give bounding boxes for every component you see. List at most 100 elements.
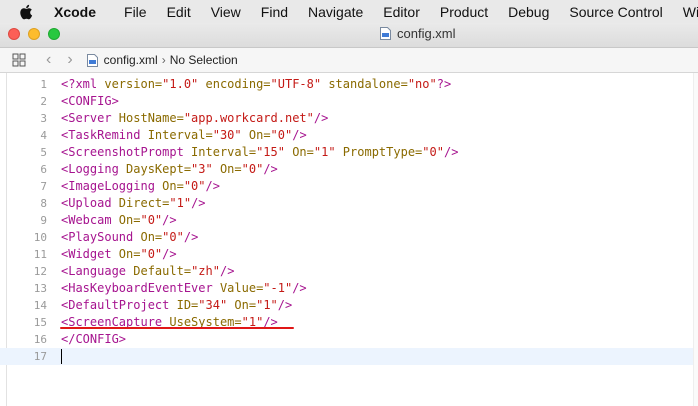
jump-bar-selection[interactable]: No Selection [170,53,238,67]
code-token: Direct= [111,196,170,210]
line-number: 12 [33,265,47,278]
code-text: <Webcam On="0"/> [61,212,177,229]
code-line[interactable]: 13 <HasKeyboardEventEver Value="-1"/> [0,280,693,297]
code-text: <?xml version="1.0" encoding="UTF-8" sta… [61,76,451,93]
jump-bar-file[interactable]: config.xml [104,53,158,67]
code-token: ID= [169,298,199,312]
red-underline-annotation [60,327,294,329]
code-token: "0" [270,128,293,142]
code-token: <HasKeyboardEventEver [61,281,213,295]
code-token: On= [133,230,163,244]
code-token: Interval= [183,145,257,159]
menu-editor[interactable]: Editor [383,4,420,20]
window-title-text: config.xml [397,26,456,41]
code-line[interactable]: 4 <TaskRemind Interval="30" On="0"/> [0,127,693,144]
code-text: <PlaySound On="0"/> [61,229,198,246]
menu-edit[interactable]: Edit [167,4,191,20]
menu-find[interactable]: Find [261,4,288,20]
editor-scrollbar-track[interactable] [693,73,698,406]
code-token: /> [443,145,459,159]
code-token: "30" [212,128,242,142]
jump-bar: ‹ › config.xml › No Selection [0,48,698,73]
code-token: version= [104,77,163,91]
code-token: "0" [140,213,163,227]
code-token: "no" [407,77,437,91]
apple-menu-icon[interactable] [19,4,33,20]
code-token: On= [111,213,141,227]
code-token: <DefaultProject [61,298,170,312]
code-token: On= [154,179,184,193]
forward-chevron-icon[interactable]: › [67,51,72,69]
text-cursor [61,349,62,364]
line-number: 8 [40,197,47,210]
code-token: encoding= [198,77,271,91]
code-token: <ScreenshotPrompt [61,145,184,159]
line-number: 1 [40,78,47,91]
close-window-button[interactable] [8,28,20,40]
code-line[interactable]: 2 <CONFIG> [0,93,693,110]
code-token: "1" [256,298,278,312]
code-line[interactable]: 17 [0,348,693,365]
code-token: PromptType= [335,145,423,159]
code-token: On= [227,298,257,312]
code-token: /> [162,247,177,261]
xml-file-icon [380,27,391,40]
minimize-window-button[interactable] [28,28,40,40]
code-token: "UTF-8" [270,77,322,91]
code-text: <Upload Direct="1"/> [61,195,206,212]
code-token: On= [284,145,314,159]
code-token: /> [292,281,307,295]
line-number: 16 [33,333,47,346]
menu-product[interactable]: Product [440,4,488,20]
code-line[interactable]: 1 <?xml version="1.0" encoding="UTF-8" st… [0,76,693,93]
line-number: 17 [33,350,47,363]
code-token: "1" [313,145,336,159]
menu-window[interactable]: Win [683,4,698,20]
code-line[interactable]: 9 <Webcam On="0"/> [0,212,693,229]
menu-view[interactable]: View [211,4,241,20]
code-line[interactable]: 16 </CONFIG> [0,331,693,348]
code-line[interactable]: 8 <Upload Direct="1"/> [0,195,693,212]
code-line[interactable]: 3 <Server HostName="app.workcard.net"/> [0,110,693,127]
code-line[interactable]: 11 <Widget On="0"/> [0,246,693,263]
line-number: 4 [40,129,47,142]
code-token: /> [313,111,329,125]
code-text: <CONFIG> [61,93,119,110]
window-title: config.xml [380,26,456,41]
code-line[interactable]: 6 <Logging DaysKept="3" On="0"/> [0,161,693,178]
code-token: "3" [191,162,213,176]
related-items-grid-icon[interactable] [12,53,26,67]
code-token: <Upload [61,196,112,210]
code-line[interactable]: 14 <DefaultProject ID="34" On="1"/> [0,297,693,314]
code-line[interactable]: 12 <Language Default="zh"/> [0,263,693,280]
code-text: <Widget On="0"/> [61,246,177,263]
menu-app-name[interactable]: Xcode [54,4,96,20]
code-text: </CONFIG> [61,331,126,348]
code-line[interactable]: 5 <ScreenshotPrompt Interval="15" On="1" … [0,144,693,161]
code-token: "0" [241,162,264,176]
code-token: <Webcam [61,213,112,227]
line-number: 6 [40,163,47,176]
menu-debug[interactable]: Debug [508,4,549,20]
line-number: 2 [40,95,47,108]
back-chevron-icon[interactable]: ‹ [46,51,51,69]
menu-file[interactable]: File [124,4,147,20]
code-token: HostName= [111,111,184,125]
code-token: "0" [162,230,184,244]
code-line[interactable]: 7 <ImageLogging On="0"/> [0,178,693,195]
code-token: /> [162,213,177,227]
menu-source-control[interactable]: Source Control [569,4,662,20]
code-line[interactable]: 10 <PlaySound On="0"/> [0,229,693,246]
code-token: "0" [183,179,206,193]
code-text: <Server HostName="app.workcard.net"/> [61,110,328,127]
code-token: "1.0" [162,77,199,91]
code-text: <TaskRemind Interval="30" On="0"/> [61,127,307,144]
code-text: <Language Default="zh"/> [61,263,234,280]
code-token: /> [263,162,278,176]
xml-file-icon [86,53,98,67]
code-token: Default= [126,264,192,278]
code-token: On= [111,247,141,261]
zoom-window-button[interactable] [48,28,60,40]
menu-navigate[interactable]: Navigate [308,4,363,20]
code-token: <Logging [61,162,119,176]
